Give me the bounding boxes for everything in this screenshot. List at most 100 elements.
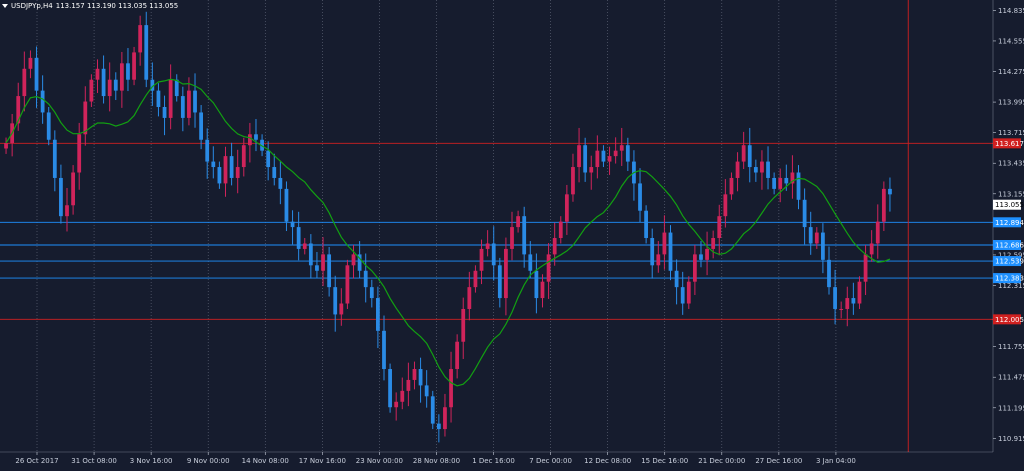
candle-body (558, 221, 563, 239)
time-tick-label: 1 Dec 16:00 (472, 457, 515, 465)
candle-body (132, 52, 136, 80)
candle-body (699, 254, 703, 260)
candle-body (424, 385, 429, 397)
dropdown-arrow-icon[interactable] (2, 4, 8, 8)
candle-body (315, 265, 319, 271)
price-chart[interactable]: 114.835 114.555 114.275 113.995 113.715 113.4… (0, 0, 1024, 467)
price-level-label: 112.686 (995, 241, 1024, 249)
candle-body (845, 298, 850, 309)
candle-body (199, 112, 204, 140)
current-price-label: 113.055 (995, 201, 1024, 209)
candle-body (619, 145, 624, 151)
candle-body (95, 68, 100, 80)
candle-body (875, 221, 880, 244)
candle-body (65, 205, 69, 217)
candle-body (272, 167, 277, 178)
price-tick-label: 111.755 (998, 343, 1024, 351)
candle-body (814, 232, 819, 244)
candle-body (564, 194, 569, 222)
candle-body (119, 63, 124, 91)
candle-body (534, 270, 539, 299)
candle-body (235, 167, 240, 178)
candle-body (156, 90, 161, 107)
candle-body (290, 221, 295, 228)
price-tick-label: 114.555 (998, 37, 1024, 45)
candle-body (363, 270, 368, 288)
candle-body (144, 25, 149, 80)
time-tick-label: 31 Oct 08:00 (71, 457, 117, 465)
candle-body (406, 379, 411, 391)
candle-body (668, 232, 673, 271)
candle-body (802, 199, 807, 228)
candle-body (638, 183, 642, 211)
candle-body (863, 254, 868, 282)
candle-body (644, 210, 649, 239)
candle-body (101, 68, 106, 97)
candle-body (540, 281, 545, 299)
price-tick-label: 112.315 (998, 282, 1024, 290)
time-tick-label: 15 Dec 16:00 (641, 457, 688, 465)
price-tick-label: 111.475 (998, 374, 1024, 382)
candle-body (833, 287, 837, 309)
candle-body (333, 287, 338, 315)
time-tick-label: 21 Dec 00:00 (698, 457, 745, 465)
candle-body (881, 188, 886, 222)
candle-body (851, 298, 856, 304)
candle-body (436, 423, 441, 430)
candle-body (113, 79, 118, 91)
price-tick-label: 113.715 (998, 129, 1024, 137)
time-tick-label: 3 Jan 04:00 (816, 457, 856, 465)
candle-body (656, 254, 661, 266)
candle-body (595, 150, 600, 168)
candle-body (589, 167, 594, 173)
candle-body (22, 68, 27, 97)
time-tick-label: 12 Dec 08:00 (584, 457, 631, 465)
candle-body (827, 259, 831, 288)
candle-body (28, 57, 33, 69)
candle-body (345, 265, 350, 304)
symbol-header[interactable]: USDJPYp,H4 113.157 113.190 113.035 113.0… (2, 2, 178, 10)
candle-body (692, 254, 697, 282)
candle-body (83, 101, 88, 135)
candle-body (412, 369, 417, 380)
candle-body (34, 57, 39, 91)
time-tick-label: 26 Oct 2017 (15, 457, 58, 465)
candle-body (388, 369, 392, 408)
candle-body (625, 145, 630, 162)
candle-body (241, 145, 246, 168)
candle-body (296, 227, 301, 249)
candle-body (174, 79, 179, 97)
candle-body (753, 167, 758, 173)
price-tick-label: 113.995 (998, 99, 1024, 107)
candle-body (247, 134, 252, 146)
candle-body (766, 161, 770, 178)
candle-body (217, 167, 222, 184)
candle-body (583, 145, 588, 173)
candle-body (662, 232, 667, 255)
candle-body (686, 281, 691, 304)
price-level-label: 113.617 (995, 140, 1024, 148)
candle-body (808, 227, 813, 244)
candle-body (46, 112, 51, 140)
candle-body (418, 369, 423, 386)
candle-body (479, 248, 484, 271)
candle-body (522, 216, 527, 255)
candle-body (400, 390, 405, 402)
candle-body (302, 243, 307, 249)
candle-body (4, 143, 8, 149)
candle-body (485, 243, 490, 249)
candle-body (339, 303, 344, 315)
symbol-label: USDJPYp,H4 (11, 2, 53, 10)
candle-body (394, 401, 399, 408)
candle-body (52, 139, 57, 178)
candle-body (705, 248, 709, 260)
price-level-label: 112.383 (995, 275, 1024, 283)
candle-body (821, 232, 825, 260)
candle-body (376, 298, 380, 331)
candle-body (546, 254, 551, 282)
candle-body (504, 248, 508, 299)
candle-body (869, 243, 874, 255)
candle-body (717, 216, 722, 239)
chart-canvas[interactable]: 114.835 114.555 114.275 113.995 113.715 113.4… (0, 0, 1024, 467)
candle-body (552, 238, 557, 255)
